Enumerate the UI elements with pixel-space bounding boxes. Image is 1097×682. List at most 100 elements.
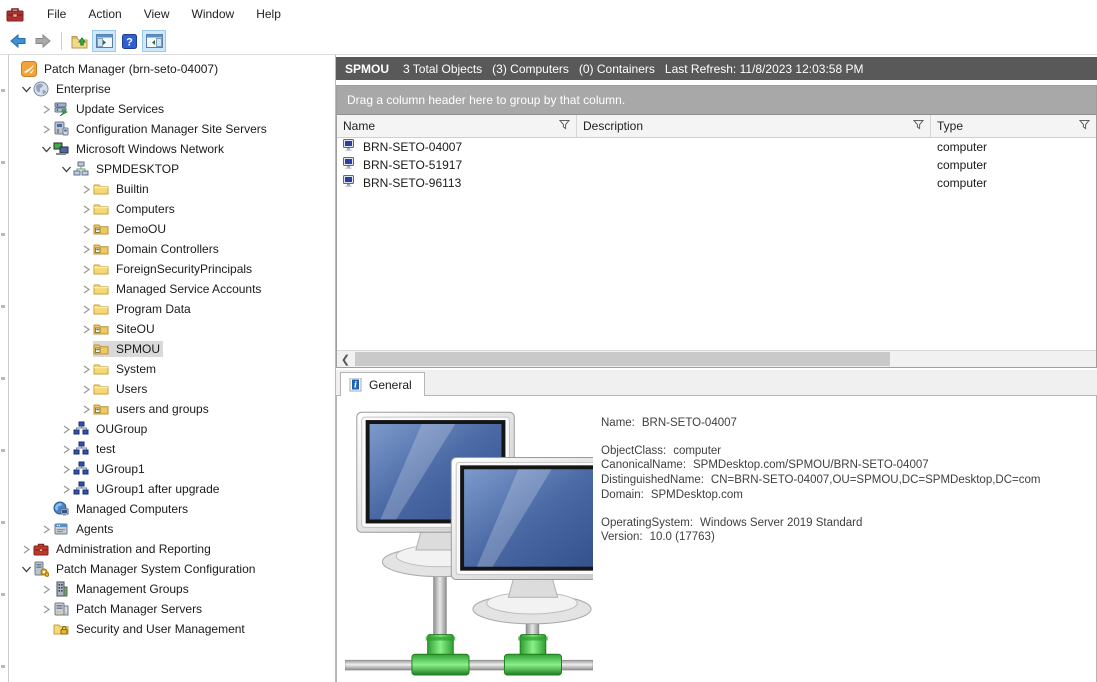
- column-header-name[interactable]: Name: [337, 115, 577, 137]
- expand-arrow-icon[interactable]: [79, 282, 93, 296]
- tree-item-spmou[interactable]: SPMOU: [9, 339, 333, 359]
- group-by-bar[interactable]: Drag a column header here to group by th…: [337, 86, 1096, 115]
- table-row-brn-seto-04007[interactable]: BRN-SETO-04007 computer: [337, 138, 1096, 156]
- results-title: SPMOU: [345, 62, 389, 76]
- show-action-pane-button[interactable]: [142, 30, 166, 52]
- tab-general-label: General: [369, 378, 412, 392]
- expand-arrow-icon[interactable]: [39, 102, 53, 116]
- expand-arrow-icon[interactable]: [79, 322, 93, 336]
- expand-arrow-icon[interactable]: [79, 182, 93, 196]
- expand-arrow-icon[interactable]: [79, 402, 93, 416]
- tree-item-spmdesktop[interactable]: SPMDESKTOP: [9, 159, 333, 179]
- update-services-icon: [53, 101, 69, 117]
- collapse-arrow-icon[interactable]: [19, 562, 33, 576]
- tree-item-builtin[interactable]: Builtin: [9, 179, 333, 199]
- menu-item-help[interactable]: Help: [245, 3, 292, 25]
- tree-item-label: Patch Manager (brn-seto-04007): [41, 61, 221, 77]
- tree-item-ugroup1-after-upgrade[interactable]: UGroup1 after upgrade: [9, 479, 333, 499]
- scrollbar-thumb[interactable]: [355, 352, 890, 366]
- tree-item-management-groups[interactable]: Management Groups: [9, 579, 333, 599]
- expand-arrow-icon[interactable]: [79, 202, 93, 216]
- ou-folder-icon: [93, 241, 109, 257]
- tree-item-managed-service-accounts[interactable]: Managed Service Accounts: [9, 279, 333, 299]
- expand-arrow-icon[interactable]: [79, 242, 93, 256]
- expand-arrow-icon[interactable]: [19, 542, 33, 556]
- table-row-brn-seto-96113[interactable]: BRN-SETO-96113 computer: [337, 174, 1096, 192]
- menu-item-view[interactable]: View: [133, 3, 181, 25]
- ou-folder-icon: [93, 321, 109, 337]
- expand-arrow-icon[interactable]: [39, 122, 53, 136]
- svg-text:i: i: [354, 379, 357, 389]
- expand-arrow-icon[interactable]: [39, 602, 53, 616]
- show-console-tree-button[interactable]: [92, 30, 116, 52]
- tree-item-users-and-groups[interactable]: users and groups: [9, 399, 333, 419]
- expand-arrow-icon[interactable]: [39, 522, 53, 536]
- forward-button[interactable]: [31, 30, 55, 52]
- management-groups-icon: [53, 581, 69, 597]
- menu-item-window[interactable]: Window: [181, 3, 246, 25]
- tree-item-test[interactable]: test: [9, 439, 333, 459]
- collapse-arrow-icon[interactable]: [59, 162, 73, 176]
- menu-item-action[interactable]: Action: [77, 3, 132, 25]
- left-edge-artifacts: [0, 55, 9, 682]
- expand-arrow-icon[interactable]: [79, 262, 93, 276]
- expand-arrow-icon[interactable]: [59, 462, 73, 476]
- tree-item-label: OUGroup: [93, 421, 150, 437]
- scroll-left-icon[interactable]: ❮: [337, 351, 354, 367]
- tree-item-siteou[interactable]: SiteOU: [9, 319, 333, 339]
- filter-funnel-icon[interactable]: [559, 119, 570, 133]
- tree-item-label: Managed Computers: [73, 501, 191, 517]
- tree-item-configuration-manager-site-servers[interactable]: Configuration Manager Site Servers: [9, 119, 333, 139]
- filter-funnel-icon[interactable]: [913, 119, 924, 133]
- column-header-type[interactable]: Type: [931, 115, 1096, 137]
- collapse-arrow-icon[interactable]: [39, 142, 53, 156]
- detail-field-distinguishedname: DistinguishedName:CN=BRN-SETO-04007,OU=S…: [601, 473, 1040, 488]
- tree-item-microsoft-windows-network[interactable]: Microsoft Windows Network: [9, 139, 333, 159]
- tree-item-ugroup1[interactable]: UGroup1: [9, 459, 333, 479]
- tree-item-administration-and-reporting[interactable]: Administration and Reporting: [9, 539, 333, 559]
- expand-arrow-icon[interactable]: [79, 382, 93, 396]
- expand-arrow-icon[interactable]: [59, 482, 73, 496]
- group-by-text: Drag a column header here to group by th…: [347, 93, 625, 107]
- tree-item-demoou[interactable]: DemoOU: [9, 219, 333, 239]
- table-row-brn-seto-51917[interactable]: BRN-SETO-51917 computer: [337, 156, 1096, 174]
- tree-item-patch-manager-brn-seto-04007[interactable]: Patch Manager (brn-seto-04007): [9, 59, 333, 79]
- tree-item-update-services[interactable]: Update Services: [9, 99, 333, 119]
- expand-arrow-icon[interactable]: [79, 302, 93, 316]
- expand-arrow-icon[interactable]: [59, 422, 73, 436]
- tab-general[interactable]: i General: [340, 372, 425, 396]
- tree-item-patch-manager-servers[interactable]: Patch Manager Servers: [9, 599, 333, 619]
- collapse-arrow-icon[interactable]: [19, 82, 33, 96]
- computer-icon: [343, 139, 359, 155]
- expand-arrow-icon[interactable]: [59, 442, 73, 456]
- tree-item-ougroup[interactable]: OUGroup: [9, 419, 333, 439]
- tree-item-foreignsecurityprincipals[interactable]: ForeignSecurityPrincipals: [9, 259, 333, 279]
- tree-item-managed-computers[interactable]: Managed Computers: [9, 499, 333, 519]
- field-label: ObjectClass:: [601, 445, 666, 457]
- tree-item-users[interactable]: Users: [9, 379, 333, 399]
- help-button[interactable]: ?: [117, 30, 141, 52]
- expand-arrow-icon[interactable]: [79, 362, 93, 376]
- tree-item-domain-controllers[interactable]: Domain Controllers: [9, 239, 333, 259]
- tree-item-program-data[interactable]: Program Data: [9, 299, 333, 319]
- menu-item-file[interactable]: File: [36, 3, 77, 25]
- filter-funnel-icon[interactable]: [1079, 119, 1090, 133]
- tree-item-label: Computers: [113, 201, 178, 217]
- ou-folder-icon: [93, 221, 109, 237]
- computers-count: (3) Computers: [492, 62, 569, 76]
- expand-arrow-icon[interactable]: [79, 222, 93, 236]
- tree-item-security-and-user-management[interactable]: Security and User Management: [9, 619, 333, 639]
- export-list-button[interactable]: [67, 30, 91, 52]
- field-label: Name:: [601, 417, 635, 429]
- back-button[interactable]: [6, 30, 30, 52]
- detail-field-domain: Domain:SPMDesktop.com: [601, 488, 1040, 503]
- tree-item-computers[interactable]: Computers: [9, 199, 333, 219]
- tree-item-enterprise[interactable]: Enterprise: [9, 79, 333, 99]
- horizontal-scrollbar[interactable]: ❮: [337, 350, 1096, 367]
- column-header-description[interactable]: Description: [577, 115, 931, 137]
- ou-folder-icon: [93, 401, 109, 417]
- expand-arrow-icon[interactable]: [39, 582, 53, 596]
- tree-item-system[interactable]: System: [9, 359, 333, 379]
- tree-item-patch-manager-system-configuration[interactable]: Patch Manager System Configuration: [9, 559, 333, 579]
- tree-item-agents[interactable]: Agents: [9, 519, 333, 539]
